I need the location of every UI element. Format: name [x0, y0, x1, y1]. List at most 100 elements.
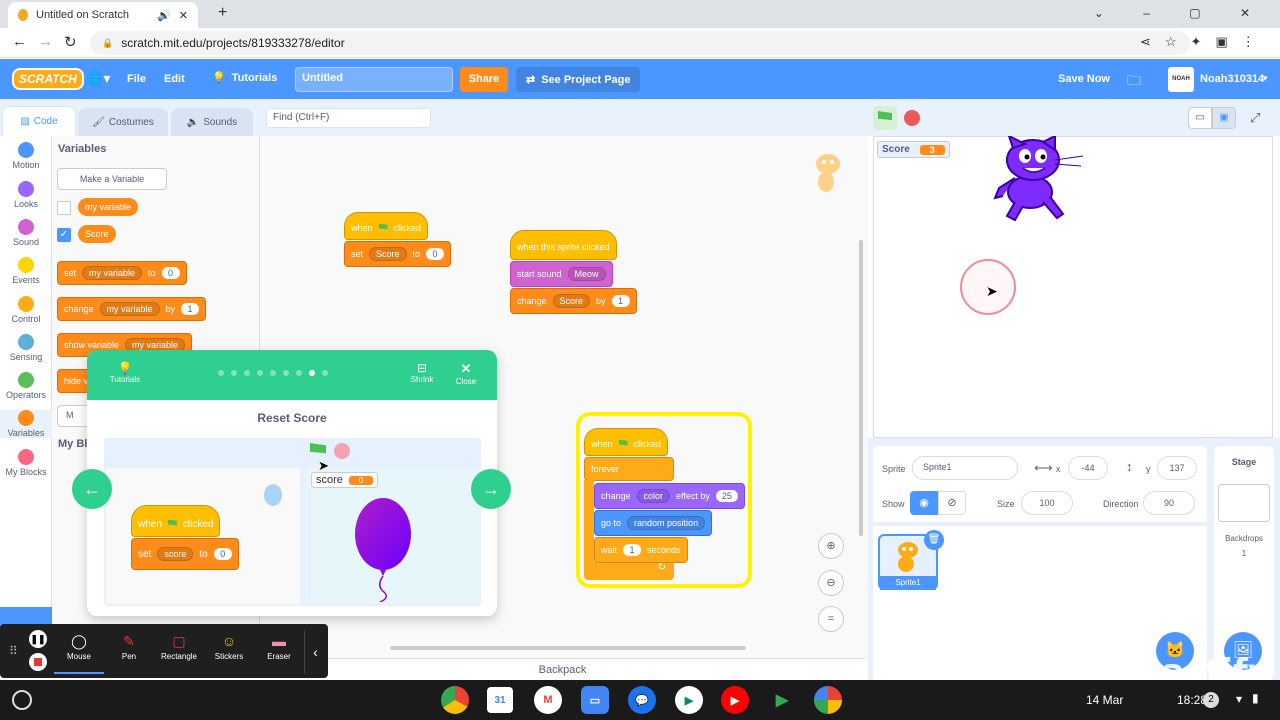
var-reporter-2[interactable]: Score: [78, 225, 116, 243]
progress-dot[interactable]: [231, 370, 237, 376]
var-checkbox-2[interactable]: ✓: [57, 228, 71, 242]
progress-dot[interactable]: [257, 370, 263, 376]
drag-handle-icon[interactable]: ⠿: [9, 644, 18, 658]
stop-button[interactable]: [904, 110, 920, 126]
script2-sound-dropdown[interactable]: Meow: [567, 267, 606, 281]
category-my-blocks[interactable]: My Blocks: [0, 449, 52, 477]
close-button[interactable]: ✕ Close: [450, 361, 482, 386]
script3-change-effect-block[interactable]: change color effect by 25: [594, 483, 745, 509]
large-stage-button[interactable]: ▣: [1212, 107, 1236, 129]
messages-icon[interactable]: 💬: [628, 686, 656, 714]
menu-edit[interactable]: Edit: [164, 73, 185, 85]
photos-icon[interactable]: [814, 686, 842, 714]
y-input[interactable]: 137: [1157, 456, 1197, 480]
tab-sounds[interactable]: 🔈 Sounds: [171, 108, 253, 136]
shrink-button[interactable]: ⊟ Shrink: [405, 361, 439, 384]
tutorials-button[interactable]: 💡 Tutorials: [100, 361, 150, 384]
green-flag-button[interactable]: [873, 106, 897, 130]
script3-position-dropdown[interactable]: random position: [627, 516, 706, 530]
share-button[interactable]: Share: [460, 67, 508, 92]
palette-set-value[interactable]: 0: [161, 267, 180, 279]
tab-close-icon[interactable]: ✕: [179, 9, 188, 22]
var-reporter-1[interactable]: my variable: [78, 198, 139, 216]
script3-goto-block[interactable]: go to random position: [594, 510, 713, 536]
script1-var-dropdown[interactable]: Score: [369, 247, 407, 261]
play-store-icon[interactable]: ▶: [768, 686, 796, 714]
script1-set-block[interactable]: set Score to 0: [344, 241, 452, 267]
chrome-icon[interactable]: [441, 686, 469, 714]
browser-actions[interactable]: ⋖☆✦▣⋮: [1140, 34, 1269, 50]
script3-wait-value[interactable]: 1: [623, 544, 642, 556]
progress-dot[interactable]: [244, 370, 250, 376]
tutorial-next-button[interactable]: →: [471, 469, 511, 509]
script3-wait-block[interactable]: wait 1 seconds: [594, 537, 688, 563]
script2-hat-block[interactable]: when this sprite clicked: [510, 230, 617, 260]
script3-forever-block[interactable]: forever: [584, 457, 674, 481]
progress-dot-active[interactable]: [309, 370, 315, 376]
save-now-button[interactable]: Save Now: [1058, 73, 1110, 85]
zoom-reset-button[interactable]: =: [818, 606, 844, 632]
workspace-hscrollbar[interactable]: [390, 646, 746, 650]
progress-dot[interactable]: [322, 370, 328, 376]
palette-change-var[interactable]: my variable: [99, 302, 160, 316]
tool-pen[interactable]: ✎ Pen: [104, 630, 154, 674]
stage-backdrop-thumb[interactable]: [1218, 484, 1270, 522]
category-looks[interactable]: Looks: [0, 181, 52, 209]
calendar-icon[interactable]: 31: [487, 687, 513, 713]
sprite-name-input[interactable]: Sprite1: [912, 456, 1018, 480]
make-variable-button[interactable]: Make a Variable: [57, 168, 167, 190]
reload-icon[interactable]: ↻: [64, 33, 77, 51]
script2-var-dropdown[interactable]: Score: [552, 294, 591, 308]
stop-recording-button[interactable]: [29, 653, 47, 671]
tool-eraser[interactable]: ▬ Eraser: [254, 630, 304, 674]
speaker-icon[interactable]: 🔊: [157, 9, 171, 22]
script3-effect-value[interactable]: 25: [715, 490, 738, 502]
show-hidden-button[interactable]: ⊘: [938, 491, 966, 515]
direction-input[interactable]: 90: [1143, 491, 1195, 515]
category-sound[interactable]: Sound: [0, 219, 52, 247]
find-input[interactable]: Find (Ctrl+F): [266, 108, 431, 128]
category-motion[interactable]: Motion: [0, 142, 52, 170]
delete-sprite-icon[interactable]: 🗑: [924, 530, 944, 550]
palette-change-value[interactable]: 1: [181, 303, 200, 315]
script2-value[interactable]: 1: [611, 295, 630, 307]
progress-dot[interactable]: [218, 370, 224, 376]
category-control[interactable]: Control: [0, 296, 52, 324]
zoom-out-button[interactable]: ⊖: [818, 570, 844, 596]
backpack-bar[interactable]: Backpack: [260, 658, 865, 680]
palette-set-block[interactable]: set my variable to 0: [57, 261, 187, 285]
scratch-logo[interactable]: SCRATCH: [12, 68, 84, 90]
palette-set-var[interactable]: my variable: [82, 266, 143, 280]
script1-value[interactable]: 0: [426, 248, 445, 260]
window-controls[interactable]: ⌄ – ▢ ✕: [1094, 6, 1268, 20]
tutorial-progress-dots[interactable]: [218, 370, 328, 376]
back-icon[interactable]: ←: [12, 33, 27, 50]
show-visible-button[interactable]: ◉: [910, 491, 938, 515]
category-sensing[interactable]: Sensing: [0, 334, 52, 362]
progress-dot[interactable]: [296, 370, 302, 376]
size-input[interactable]: 100: [1021, 491, 1073, 515]
tab-code[interactable]: ▨ Code: [2, 106, 76, 136]
script3-effect-dropdown[interactable]: color: [636, 489, 671, 503]
avatar[interactable]: NOAH: [1168, 67, 1194, 92]
see-project-button[interactable]: ⇄ See Project Page: [516, 67, 640, 92]
category-events[interactable]: Events: [0, 257, 52, 285]
cat-sprite[interactable]: [985, 134, 1085, 228]
youtube-icon[interactable]: ▶: [721, 686, 749, 714]
fullscreen-icon[interactable]: ⤢: [1250, 110, 1260, 126]
taskbar-date[interactable]: 14 Mar: [1086, 693, 1123, 707]
script3-hat-block[interactable]: when clicked: [584, 428, 669, 456]
my-stuff-icon[interactable]: 🗀: [1127, 70, 1141, 94]
tool-rectangle[interactable]: ▢ Rectangle: [154, 630, 204, 674]
collapse-toolbar-icon[interactable]: ‹: [304, 630, 326, 674]
forward-icon[interactable]: →: [38, 33, 53, 50]
notification-badge[interactable]: 2: [1203, 692, 1219, 708]
category-variables[interactable]: Variables: [0, 410, 52, 438]
workspace-vscrollbar[interactable]: [859, 240, 863, 536]
browser-tab[interactable]: Untitled on Scratch 🔊 ✕: [8, 2, 198, 28]
script2-sound-block[interactable]: start sound Meow: [510, 261, 613, 287]
script2-change-block[interactable]: change Score by 1: [510, 288, 637, 314]
tutorial-prev-button[interactable]: ←: [72, 469, 112, 509]
username[interactable]: Noah310314: [1200, 73, 1264, 85]
progress-dot[interactable]: [283, 370, 289, 376]
